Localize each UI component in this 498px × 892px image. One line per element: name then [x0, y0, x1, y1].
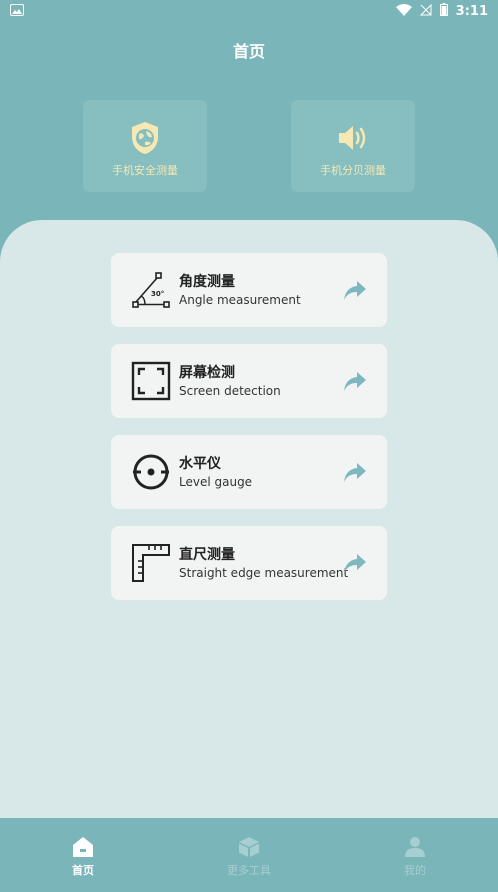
shield-globe-icon: [132, 122, 158, 154]
nav-more-tools[interactable]: 更多工具: [209, 836, 289, 878]
tool-title: 水平仪: [179, 456, 221, 472]
home-icon: [73, 837, 93, 857]
user-icon: [405, 837, 425, 857]
no-signal-icon: [419, 3, 432, 20]
gallery-icon: [10, 4, 24, 20]
angle-measurement-card[interactable]: 30° 角度测量 Angle measurement: [111, 253, 387, 327]
tool-title: 屏幕检测: [179, 365, 235, 381]
level-icon: [133, 454, 169, 490]
screen-detection-card[interactable]: 屏幕检测 Screen detection: [111, 344, 387, 418]
screen-frame-icon: [131, 361, 171, 401]
forward-arrow-icon: [344, 281, 366, 300]
wifi-icon: [395, 3, 412, 20]
tool-subtitle: Screen detection: [179, 384, 281, 398]
page-title: 首页: [232, 42, 265, 61]
phone-decibel-label: 手机分贝测量: [320, 164, 386, 177]
battery-icon: [439, 3, 448, 20]
status-time: 3:11: [455, 4, 488, 19]
main-panel: 30° 角度测量 Angle measurement 屏幕检测 Screen d…: [0, 220, 498, 818]
level-gauge-card[interactable]: 水平仪 Level gauge: [111, 435, 387, 509]
speaker-icon: [339, 126, 366, 150]
tool-title: 角度测量: [179, 274, 235, 290]
nav-label: 更多工具: [227, 864, 271, 877]
cube-icon: [239, 837, 259, 857]
ruler-measurement-card[interactable]: 直尺测量 Straight edge measurement: [111, 526, 387, 600]
ruler-icon: [132, 544, 170, 582]
nav-label: 首页: [72, 864, 94, 877]
forward-arrow-icon: [344, 372, 366, 391]
nav-home[interactable]: 首页: [43, 836, 123, 878]
forward-arrow-icon: [344, 463, 366, 482]
forward-arrow-icon: [344, 554, 366, 573]
bottom-nav: 首页 更多工具 我的: [0, 818, 498, 892]
angle-value-text: 30°: [151, 290, 164, 298]
angle-icon: 30°: [132, 272, 170, 308]
nav-label: 我的: [404, 864, 426, 877]
phone-decibel-card[interactable]: 手机分贝测量: [291, 100, 415, 192]
tool-title: 直尺测量: [179, 547, 235, 563]
nav-mine[interactable]: 我的: [375, 836, 455, 878]
tool-subtitle: Straight edge measurement: [179, 566, 349, 580]
status-bar: 3:11: [0, 0, 498, 24]
tool-subtitle: Angle measurement: [179, 293, 301, 307]
status-right: 3:11: [395, 3, 488, 20]
phone-security-label: 手机安全测量: [112, 164, 178, 177]
tool-subtitle: Level gauge: [179, 475, 253, 489]
phone-security-card[interactable]: 手机安全测量: [83, 100, 207, 192]
